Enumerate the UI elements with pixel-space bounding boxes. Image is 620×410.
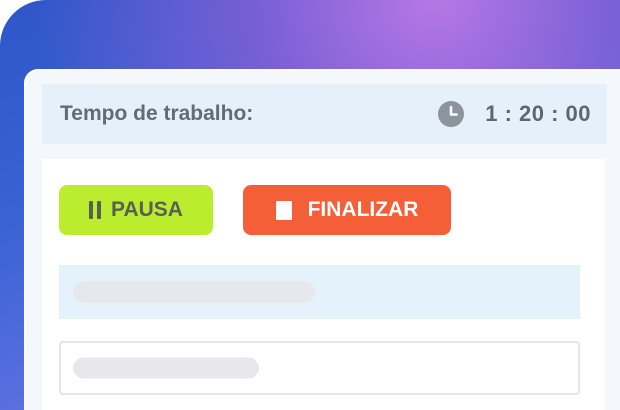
stop-icon [275,200,292,220]
task-panel: PAUSA FINALIZAR [42,159,605,410]
finish-button[interactable]: FINALIZAR [243,185,451,235]
skeleton-text-line [73,281,315,303]
timer-header: Tempo de trabalho: 1 : 20 : 00 [42,84,607,144]
work-timer-card: Tempo de trabalho: 1 : 20 : 00 PAUSA FIN… [24,69,620,410]
work-time-label: Tempo de trabalho: [60,102,254,125]
elapsed-time: 1 : 20 : 00 [485,101,591,126]
clock-icon [438,101,465,127]
timer-display: 1 : 20 : 00 [437,100,591,128]
pause-button-label: PAUSA [111,198,183,221]
pause-button[interactable]: PAUSA [59,185,213,235]
placeholder-field-outlined[interactable] [59,341,580,395]
pause-icon [89,201,102,219]
placeholder-field-filled[interactable] [59,265,580,319]
finish-button-label: FINALIZAR [307,198,419,221]
skeleton-text-line [73,357,259,379]
